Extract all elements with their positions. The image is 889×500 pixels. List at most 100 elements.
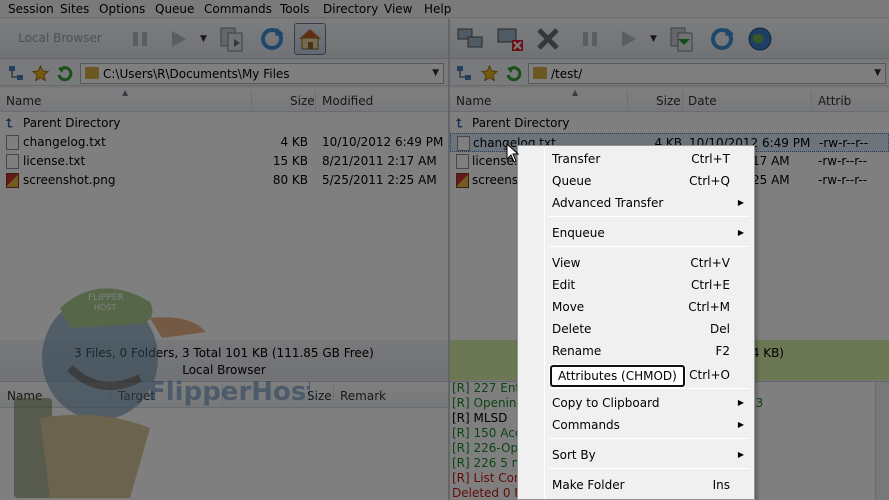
queue-col-name[interactable]: Name: [7, 389, 42, 403]
col-size[interactable]: Size: [656, 94, 681, 108]
disconnect-button[interactable]: [494, 23, 526, 55]
transfer-icon: [220, 27, 243, 52]
col-attrib[interactable]: Attrib: [818, 94, 851, 108]
col-date[interactable]: Date: [688, 94, 717, 108]
menu-item-commands[interactable]: Commands ▶: [520, 414, 752, 436]
menu-item-sort-by[interactable]: Sort By ▶: [520, 444, 752, 466]
log-line: Deleted 0 Fil: [452, 486, 528, 500]
menu-help[interactable]: Help: [424, 2, 451, 16]
chevron-down-icon[interactable]: ▼: [874, 68, 881, 78]
up-folder-icon[interactable]: [505, 65, 522, 82]
col-size[interactable]: Size: [290, 94, 315, 108]
queue-pane[interactable]: Name Target Size Remark: [0, 381, 448, 500]
table-row[interactable]: license.txt 15 KB 8/21/2011 2:17 AM: [0, 152, 448, 171]
queue-col-target[interactable]: Target: [118, 389, 155, 403]
local-path-field[interactable]: C:\Users\R\Documents\My Files ▼: [80, 63, 444, 84]
queue-column-header: Name Target Size Remark: [0, 382, 448, 408]
menu-tools[interactable]: Tools: [280, 2, 310, 16]
menu-item-attributes-chmod[interactable]: Attributes (CHMOD) Ctrl+O: [520, 364, 752, 387]
tree-view-icon[interactable]: [8, 65, 25, 82]
parent-directory-row[interactable]: ⮤ Parent Directory: [450, 114, 889, 133]
up-folder-icon[interactable]: [56, 65, 73, 82]
log-scrollbar[interactable]: [875, 382, 889, 500]
menu-options[interactable]: Options: [99, 2, 145, 16]
menu-item-queue[interactable]: Queue Ctrl+Q: [520, 170, 752, 192]
transfer-button[interactable]: [216, 23, 248, 55]
menu-session[interactable]: Session: [8, 2, 54, 16]
download-icon: [670, 27, 693, 52]
refresh-icon: [261, 28, 284, 50]
home-button[interactable]: [294, 23, 326, 55]
favorites-star-icon[interactable]: [32, 65, 49, 82]
menu-sites[interactable]: Sites: [60, 2, 89, 16]
menu-queue[interactable]: Queue: [155, 2, 194, 16]
menu-item-edit[interactable]: Edit Ctrl+E: [520, 274, 752, 296]
image-file-icon: [456, 173, 469, 188]
col-modified[interactable]: Modified: [322, 94, 373, 108]
file-modified: 8/21/2011 2:17 AM: [322, 154, 437, 168]
text-file-icon: [456, 154, 469, 169]
disconnect-icon: [497, 28, 523, 51]
local-column-header: Name ▲ Size Modified: [0, 88, 448, 112]
computers-icon: [457, 28, 483, 48]
menu-directory[interactable]: Directory: [323, 2, 378, 16]
remote-column-header: Name ▲ Size Date Attrib: [450, 88, 889, 112]
remote-play-button[interactable]: [612, 23, 644, 55]
submenu-arrow-icon: ▶: [737, 450, 744, 459]
play-button[interactable]: [162, 23, 194, 55]
menu-item-delete[interactable]: Delete Del: [520, 318, 752, 340]
menu-item-move[interactable]: Move Ctrl+M: [520, 296, 752, 318]
play-dropdown-icon[interactable]: ▼: [200, 34, 207, 44]
menu-bar: Session Sites Options Queue Commands Too…: [0, 0, 889, 18]
remote-address-bar: /test/ ▼: [450, 61, 889, 86]
menu-item-enqueue[interactable]: Enqueue ▶: [520, 222, 752, 244]
chevron-down-icon[interactable]: ▼: [432, 68, 439, 78]
menu-item-rename[interactable]: Rename F2: [520, 340, 752, 362]
connect-button[interactable]: [454, 23, 486, 55]
remote-pause-button[interactable]: [574, 23, 606, 55]
local-browser-label[interactable]: Local Browser: [10, 31, 110, 45]
submenu-arrow-icon: ▶: [737, 398, 744, 407]
refresh-button[interactable]: [256, 23, 288, 55]
parent-directory-row[interactable]: ⮤ Parent Directory: [0, 114, 448, 133]
favorites-star-icon[interactable]: [481, 65, 498, 82]
menu-commands[interactable]: Commands: [204, 2, 272, 16]
file-modified: 10/10/2012 6:49 PM: [322, 135, 444, 149]
remote-path-field[interactable]: /test/ ▼: [528, 63, 886, 84]
local-address-bar: C:\Users\R\Documents\My Files ▼: [0, 61, 448, 86]
local-path-text: C:\Users\R\Documents\My Files: [103, 67, 290, 81]
local-file-list[interactable]: Name ▲ Size Modified ⮤ Parent Directory …: [0, 88, 448, 340]
menu-view[interactable]: View: [384, 2, 412, 16]
file-attrib: -rw-r--r--: [818, 173, 868, 187]
cancel-button[interactable]: [532, 23, 564, 55]
refresh-icon: [711, 28, 734, 50]
remote-refresh-button[interactable]: [706, 23, 738, 55]
menu-item-make-folder[interactable]: Make Folder Ins: [520, 474, 752, 496]
globe-button[interactable]: [744, 23, 776, 55]
parent-directory-label: Parent Directory: [472, 116, 570, 130]
context-menu: Transfer Ctrl+T Queue Ctrl+Q Advanced Tran…: [517, 145, 755, 500]
table-row[interactable]: changelog.txt 4 KB 10/10/2012 6:49 PM: [0, 133, 448, 152]
pause-button[interactable]: [124, 23, 156, 55]
pane-splitter[interactable]: [448, 19, 450, 500]
remote-toolbar: ▼: [450, 19, 889, 59]
menu-item-view[interactable]: View Ctrl+V: [520, 252, 752, 274]
col-name[interactable]: Name: [6, 94, 41, 108]
menu-item-copy-to-clipboard[interactable]: Copy to Clipboard ▶: [520, 392, 752, 414]
menu-item-advanced-transfer[interactable]: Advanced Transfer ▶: [520, 192, 752, 214]
table-row[interactable]: screenshot.png 80 KB 5/25/2011 2:25 AM: [0, 171, 448, 190]
col-name[interactable]: Name: [456, 94, 491, 108]
queue-col-remark[interactable]: Remark: [340, 389, 386, 403]
local-status-summary: 3 Files, 0 Folders, 3 Total 101 KB (111.…: [74, 346, 374, 360]
up-arrow-icon: ⮤: [6, 116, 14, 130]
remote-play-dropdown-icon[interactable]: ▼: [650, 34, 657, 44]
remote-transfer-button[interactable]: [666, 23, 698, 55]
tree-view-icon[interactable]: [456, 65, 473, 82]
file-attrib: -rw-r--r--: [819, 136, 869, 150]
queue-col-size[interactable]: Size: [307, 389, 332, 403]
log-line: [R] List Com: [452, 471, 526, 485]
menu-item-transfer[interactable]: Transfer Ctrl+T: [520, 148, 752, 170]
play-icon: [622, 31, 636, 47]
file-size: 15 KB: [272, 154, 308, 168]
text-file-icon: [6, 154, 19, 169]
